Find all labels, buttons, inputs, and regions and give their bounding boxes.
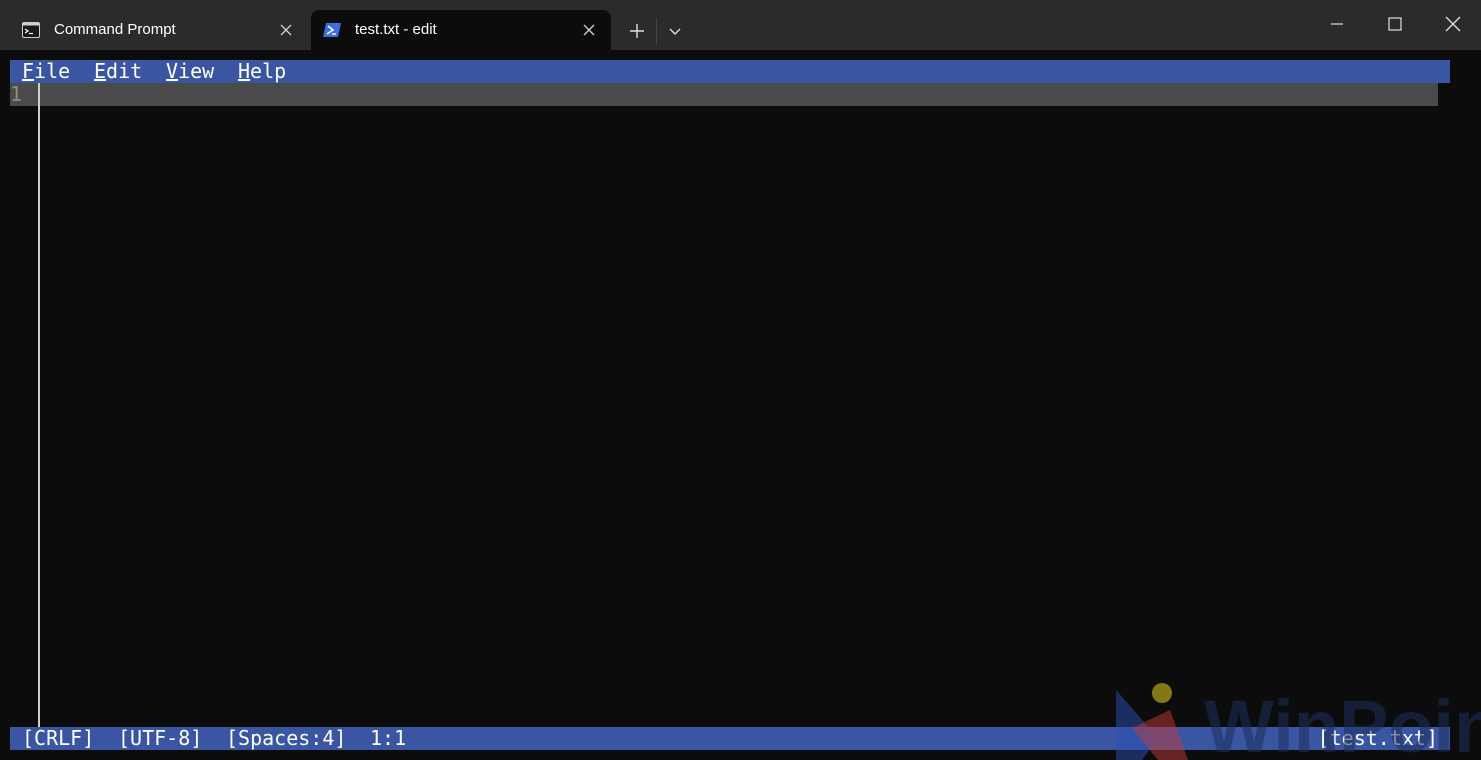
menu-file-label: ile bbox=[34, 59, 71, 83]
terminal-content[interactable]: File Edit View Help 1 [CRLF] [UTF-8] [Sp… bbox=[0, 50, 1481, 760]
status-encoding[interactable]: [UTF-8] bbox=[118, 727, 202, 750]
close-window-icon[interactable] bbox=[1436, 8, 1470, 42]
tab-command-prompt[interactable]: Command Prompt bbox=[10, 10, 308, 50]
scrollbar[interactable] bbox=[1440, 83, 1450, 727]
menu-edit[interactable]: Edit bbox=[94, 60, 142, 83]
line-number: 1 bbox=[10, 82, 23, 106]
tab-test-txt-edit[interactable]: test.txt - edit bbox=[311, 10, 611, 50]
new-tab-plus-icon[interactable] bbox=[624, 18, 650, 44]
minimize-icon[interactable] bbox=[1320, 8, 1354, 42]
cmd-icon bbox=[22, 22, 40, 38]
chevron-down-icon[interactable] bbox=[664, 18, 686, 44]
menu-help-accelerator: H bbox=[238, 59, 251, 83]
close-tab-icon[interactable] bbox=[278, 22, 294, 38]
menu-help-label: elp bbox=[250, 59, 287, 83]
status-bar: [CRLF] [UTF-8] [Spaces:4] 1:1 [test.txt] bbox=[10, 727, 1450, 750]
menu-view-label: iew bbox=[178, 59, 215, 83]
menu-file-accelerator: F bbox=[22, 59, 35, 83]
status-cursor-position[interactable]: 1:1 bbox=[370, 727, 406, 750]
close-tab-icon[interactable] bbox=[581, 22, 597, 38]
menu-edit-accelerator: E bbox=[94, 59, 107, 83]
menu-view[interactable]: View bbox=[166, 60, 214, 83]
menu-file[interactable]: File bbox=[22, 60, 70, 83]
tab-label: Command Prompt bbox=[54, 21, 176, 38]
status-line-ending[interactable]: [CRLF] bbox=[22, 727, 94, 750]
current-line-highlight[interactable] bbox=[10, 83, 1438, 106]
terminal-window: Command Prompt test.txt - edit File Edit… bbox=[0, 0, 1481, 760]
gutter-separator bbox=[38, 83, 40, 727]
status-filename[interactable]: [test.txt] bbox=[1318, 727, 1438, 750]
menu-bar: File Edit View Help bbox=[10, 60, 1450, 83]
tab-label: test.txt - edit bbox=[355, 21, 437, 38]
maximize-icon[interactable] bbox=[1378, 8, 1412, 42]
title-bar[interactable]: Command Prompt test.txt - edit bbox=[0, 0, 1481, 50]
menu-help[interactable]: Help bbox=[238, 60, 286, 83]
tab-divider bbox=[656, 18, 657, 44]
menu-edit-label: dit bbox=[106, 59, 143, 83]
status-indentation[interactable]: [Spaces:4] bbox=[226, 727, 346, 750]
powershell-icon bbox=[323, 23, 341, 37]
menu-view-accelerator: V bbox=[166, 59, 179, 83]
